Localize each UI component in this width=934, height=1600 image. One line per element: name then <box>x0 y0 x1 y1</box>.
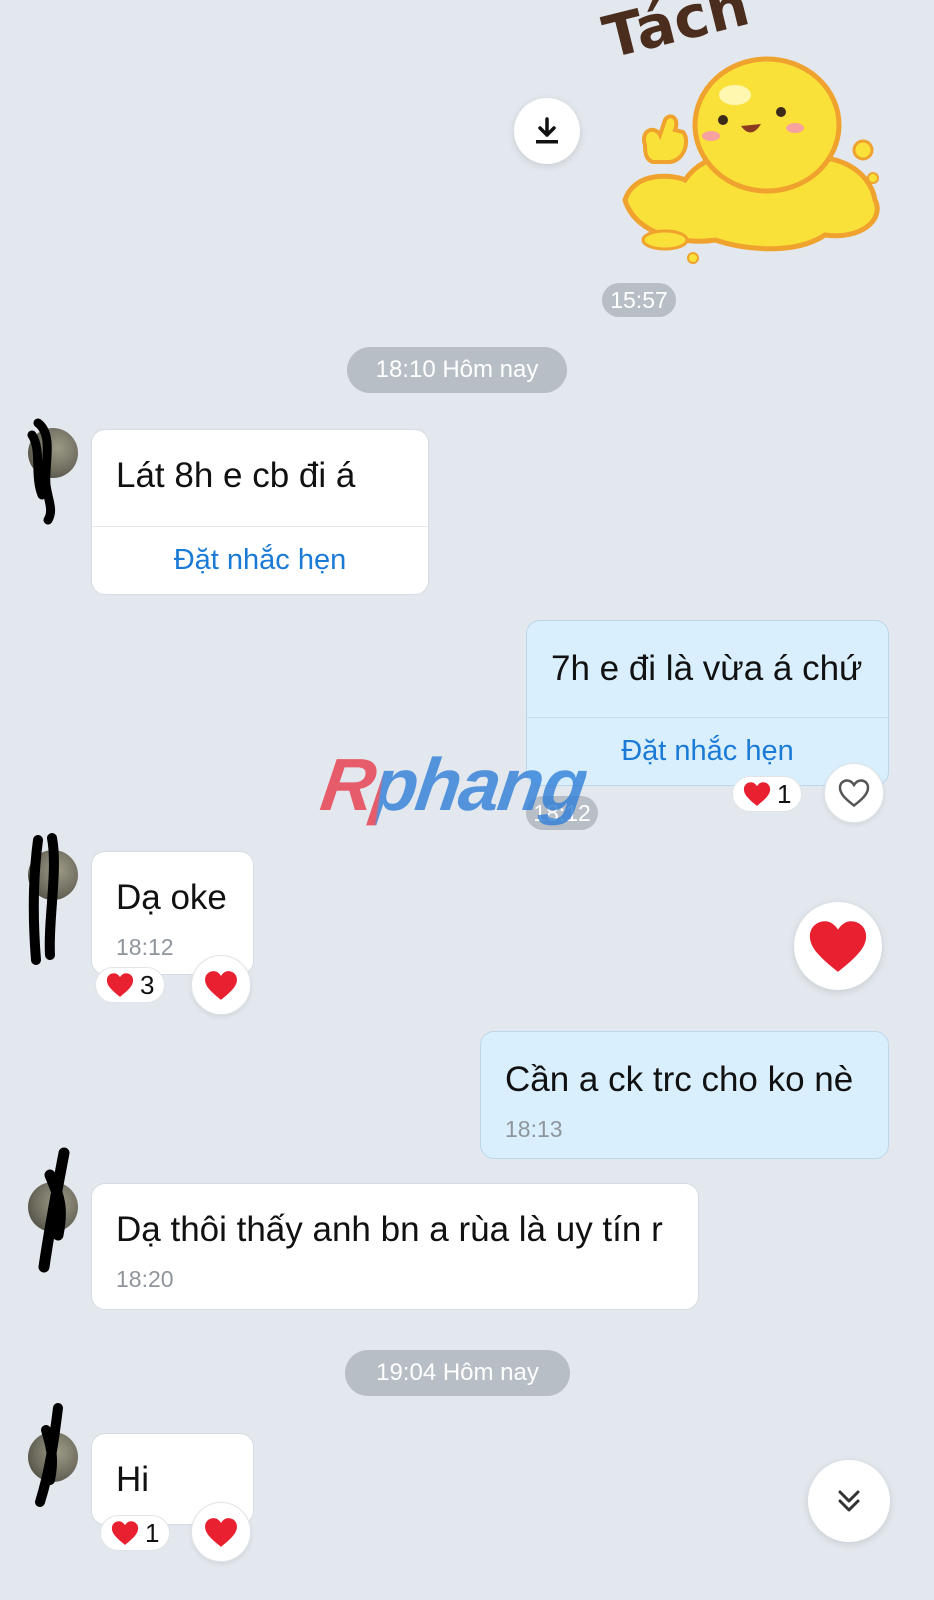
heart-icon <box>111 1521 139 1545</box>
sticker[interactable]: Tách <box>597 0 895 270</box>
message-text: Hi <box>116 1460 150 1499</box>
divider <box>527 717 888 718</box>
message-bubble[interactable]: Dạ thôi thấy anh bn a rùa là uy tín r 18… <box>91 1183 699 1310</box>
double-chevron-down-icon <box>838 1490 860 1512</box>
redaction-scribble <box>28 833 59 965</box>
reaction-count: 3 <box>140 969 155 1000</box>
reaction-summary[interactable]: 3 <box>95 967 166 1003</box>
sticker-time: 15:57 <box>602 283 676 317</box>
date-divider: 19:04 Hôm nay <box>345 1350 570 1396</box>
download-button[interactable] <box>514 98 580 164</box>
scroll-to-bottom-button[interactable] <box>808 1460 890 1542</box>
message-text: Lát 8h e cb đi á <box>116 456 356 495</box>
set-reminder-link[interactable]: Đặt nhắc hẹn <box>92 544 428 577</box>
heart-icon <box>205 1517 237 1547</box>
quick-heart-button[interactable] <box>794 902 882 990</box>
reaction-summary[interactable]: 1 <box>732 776 803 812</box>
message-text: Dạ oke <box>116 878 227 917</box>
redaction-scribble <box>27 418 56 525</box>
message-bubble[interactable]: Cần a ck trc cho ko nè 18:13 <box>480 1031 889 1159</box>
date-divider: 18:10 Hôm nay <box>347 347 567 393</box>
react-button[interactable] <box>824 763 884 823</box>
message-time: 18:20 <box>116 1266 174 1292</box>
heart-icon <box>809 920 867 972</box>
react-button[interactable] <box>191 1502 251 1562</box>
message-text: Cần a ck trc cho ko nè <box>505 1060 854 1099</box>
message-text: 7h e đi là vừa á chứ <box>551 649 863 688</box>
redaction-scribble <box>38 1147 70 1273</box>
heart-outline-icon <box>838 779 870 808</box>
divider <box>92 526 428 527</box>
reaction-count: 1 <box>777 778 792 809</box>
reaction-count: 1 <box>145 1517 160 1548</box>
message-time: 18:12 <box>116 934 174 960</box>
heart-icon <box>106 973 134 997</box>
egg-chick-illustration <box>622 56 880 264</box>
watermark: Rphang <box>316 743 592 826</box>
message-bubble[interactable]: Lát 8h e cb đi á Đặt nhắc hẹn <box>91 429 429 595</box>
redaction-scribble <box>35 1403 63 1507</box>
message-text: Dạ thôi thấy anh bn a rùa là uy tín r <box>116 1210 663 1249</box>
heart-icon <box>205 970 237 1000</box>
download-icon <box>536 117 558 144</box>
react-button[interactable] <box>191 955 251 1015</box>
message-time: 18:13 <box>505 1116 563 1142</box>
reaction-summary[interactable]: 1 <box>100 1515 171 1551</box>
heart-icon <box>743 782 771 806</box>
